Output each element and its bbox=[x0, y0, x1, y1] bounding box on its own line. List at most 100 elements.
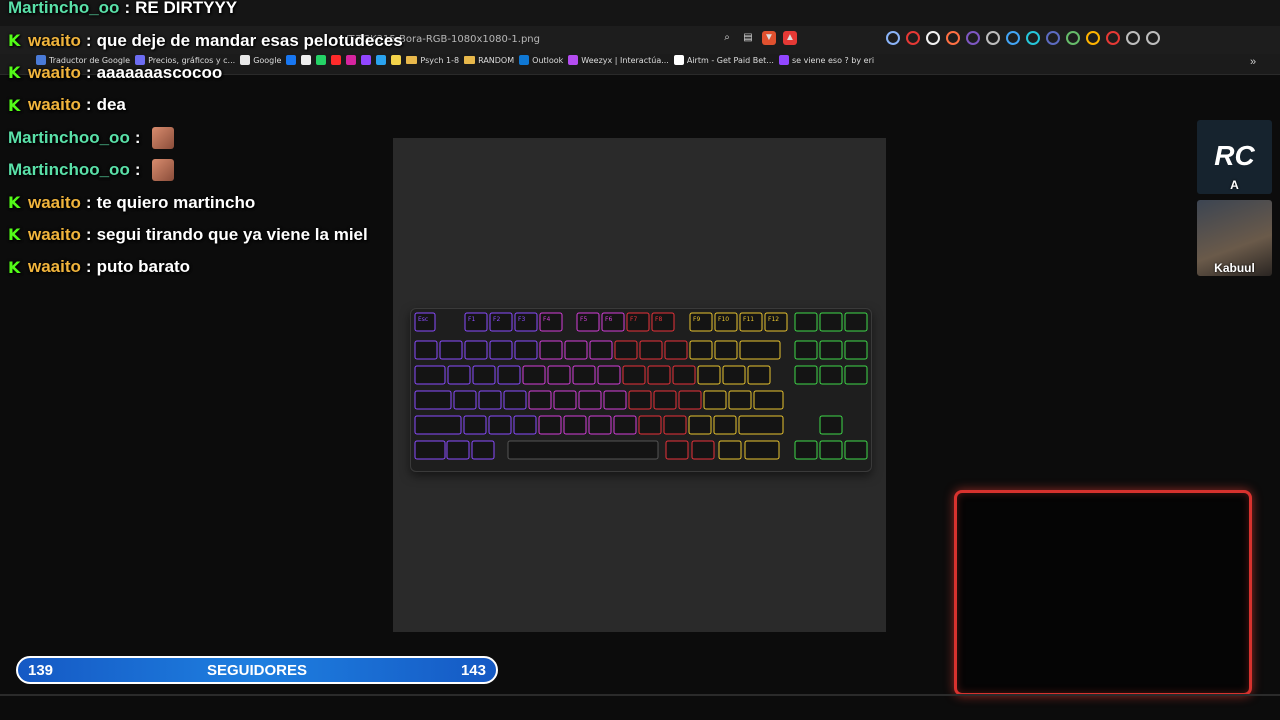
bookmark-icon bbox=[519, 55, 530, 65]
keyboard-key bbox=[547, 365, 571, 385]
keyboard-key bbox=[589, 340, 613, 360]
keyboard-key bbox=[722, 365, 746, 385]
keyboard-key bbox=[597, 365, 621, 385]
keyboard-key bbox=[819, 340, 843, 360]
keyboard-key bbox=[794, 440, 818, 460]
keyboard-key bbox=[588, 415, 612, 435]
bookmark-item[interactable]: Outlook bbox=[519, 55, 563, 65]
extension-icon[interactable] bbox=[1126, 31, 1140, 45]
keyboard-key bbox=[663, 415, 687, 435]
chat-username: waaito bbox=[28, 257, 81, 277]
keyboard-key bbox=[647, 365, 671, 385]
brave-shield-icon[interactable]: ▼ bbox=[762, 31, 776, 45]
keyboard-key bbox=[844, 440, 868, 460]
keyboard-key bbox=[614, 340, 638, 360]
keyboard-key bbox=[464, 340, 488, 360]
keyboard-key bbox=[471, 440, 495, 460]
extension-icon[interactable] bbox=[906, 31, 920, 45]
keyboard-key bbox=[578, 390, 602, 410]
keyboard-key bbox=[844, 312, 868, 332]
chat-message: Kwaaito: te quiero martincho bbox=[8, 186, 403, 218]
reader-icon[interactable]: ▤ bbox=[741, 31, 755, 45]
keyboard-image: Esc F1 F2 F3 F4 F5 F6 F7 F8 F9 F10 F11 F12 bbox=[410, 308, 872, 472]
extension-icon[interactable] bbox=[926, 31, 940, 45]
keyboard-key bbox=[414, 365, 446, 385]
extension-icon[interactable] bbox=[1106, 31, 1120, 45]
keyboard-key bbox=[628, 390, 652, 410]
kick-badge-icon: K bbox=[8, 63, 21, 83]
keyboard-key-label: F8 bbox=[655, 316, 662, 323]
address-bar-icons: ⌕ ▤ ▼ ▲ bbox=[720, 31, 797, 45]
keyboard-key bbox=[794, 365, 818, 385]
chat-message: Kwaaito: segui tirando que ya viene la mi… bbox=[8, 219, 403, 251]
bookmark-item[interactable]: se viene eso ? by eri bbox=[778, 55, 874, 65]
bookmark-item[interactable]: Weezyx | Interactúa... bbox=[568, 55, 669, 65]
keyboard-key bbox=[747, 365, 771, 385]
bookmark-folder-label: Psych 1-8 bbox=[420, 55, 460, 65]
keyboard-key bbox=[539, 340, 563, 360]
keyboard-key bbox=[414, 340, 438, 360]
kabuul-avatar-label: Kabuul bbox=[1214, 261, 1255, 275]
keyboard-key bbox=[622, 365, 646, 385]
keyboard-key bbox=[739, 340, 781, 360]
chat-separator: : bbox=[85, 192, 92, 212]
keyboard-key bbox=[414, 390, 452, 410]
chat-text: segui tirando que ya viene la miel bbox=[96, 224, 368, 244]
keyboard-key bbox=[819, 440, 843, 460]
bookmark-item[interactable]: Airtm - Get Paid Bet... bbox=[673, 55, 774, 65]
chat-message: Kwaaito: puto barato bbox=[8, 251, 403, 283]
extension-icon[interactable] bbox=[1006, 31, 1020, 45]
keyboard-key bbox=[507, 440, 659, 460]
keyboard-key bbox=[653, 390, 677, 410]
keyboard-key bbox=[697, 365, 721, 385]
keyboard-key-label: F4 bbox=[543, 316, 550, 323]
keyboard-key bbox=[439, 340, 463, 360]
chat-text: aaaaaaascocoo bbox=[96, 62, 223, 82]
chat-username: waaito bbox=[28, 30, 81, 50]
chat-emote bbox=[151, 126, 174, 149]
extension-icon[interactable] bbox=[966, 31, 980, 45]
extension-icon[interactable] bbox=[986, 31, 1000, 45]
extension-icon[interactable] bbox=[946, 31, 960, 45]
keyboard-key bbox=[638, 415, 662, 435]
extension-icon[interactable] bbox=[1026, 31, 1040, 45]
chat-message: Kwaaito: aaaaaaascocoo bbox=[8, 57, 403, 89]
extension-icon[interactable] bbox=[1086, 31, 1100, 45]
extension-icon[interactable] bbox=[886, 31, 900, 45]
keyboard-key bbox=[688, 415, 712, 435]
rc-logo: RC bbox=[1214, 140, 1255, 171]
keyboard-key-label: F6 bbox=[605, 316, 612, 323]
bookmark-icon bbox=[673, 55, 684, 65]
extension-icon[interactable] bbox=[1066, 31, 1080, 45]
bookmarks-overflow-icon[interactable]: » bbox=[1250, 56, 1256, 68]
keyboard-key-label: F2 bbox=[493, 316, 500, 323]
folder-icon bbox=[464, 56, 476, 64]
rewards-icon[interactable]: ▲ bbox=[783, 31, 797, 45]
chat-separator: : bbox=[85, 224, 92, 244]
keyboard-key bbox=[513, 415, 537, 435]
kick-badge-icon: K bbox=[8, 31, 21, 51]
webcam-frame bbox=[954, 490, 1252, 696]
chat-message: Martinchoo_oo: bbox=[8, 154, 403, 186]
keyboard-key bbox=[446, 440, 470, 460]
extension-icon[interactable] bbox=[1046, 31, 1060, 45]
keyboard-key bbox=[553, 390, 577, 410]
keyboard-key bbox=[794, 312, 818, 332]
keyboard-key bbox=[563, 415, 587, 435]
chat-message: Martinchoo_oo: bbox=[8, 122, 403, 154]
bookmark-label: Outlook bbox=[532, 55, 564, 65]
chat-separator: : bbox=[85, 257, 92, 277]
chat-text: puto barato bbox=[96, 257, 191, 277]
bookmark-folder[interactable]: Psych 1-8 bbox=[406, 56, 459, 65]
chat-username: waaito bbox=[28, 192, 81, 212]
chat-username: waaito bbox=[28, 224, 81, 244]
keyboard-key bbox=[613, 415, 637, 435]
extension-icon[interactable] bbox=[1146, 31, 1160, 45]
keyboard-key-label: F9 bbox=[693, 316, 700, 323]
keyboard-key bbox=[564, 340, 588, 360]
bookmark-folder[interactable]: RANDOM bbox=[464, 56, 514, 65]
extensions-toolbar bbox=[886, 31, 1160, 45]
bookmark-icon bbox=[778, 55, 789, 65]
zoom-icon[interactable]: ⌕ bbox=[720, 31, 734, 45]
keyboard-key bbox=[718, 440, 742, 460]
